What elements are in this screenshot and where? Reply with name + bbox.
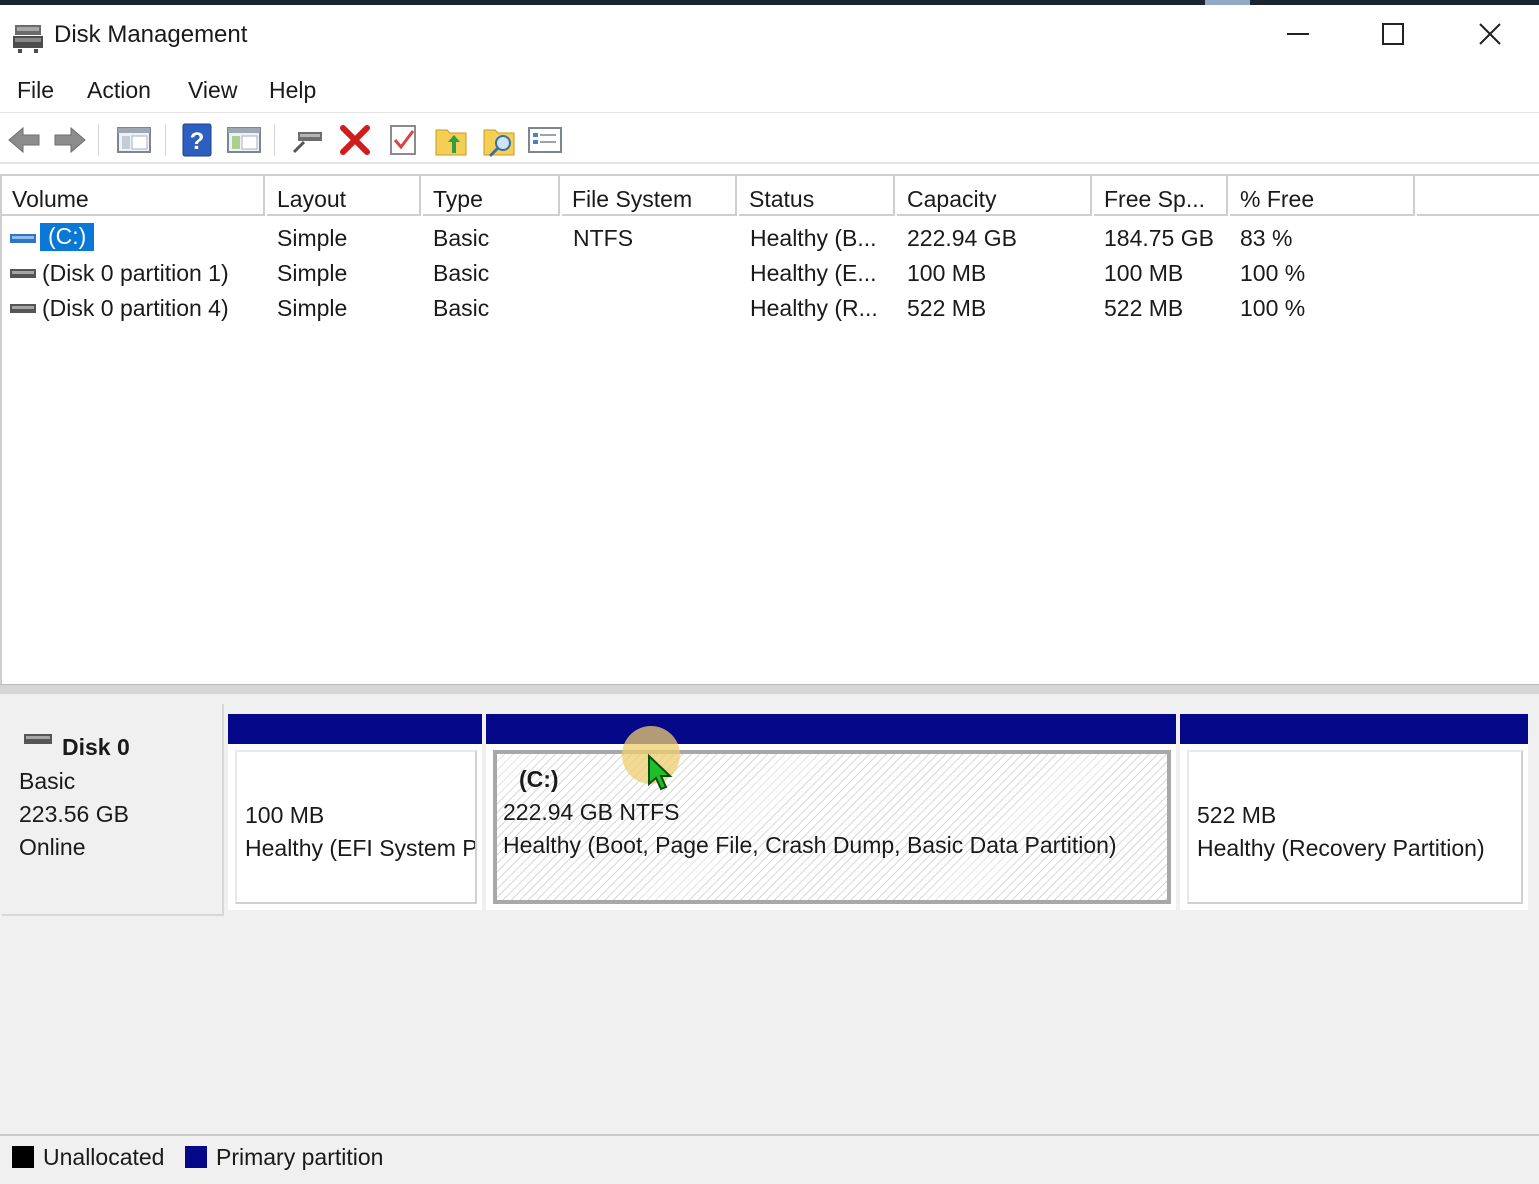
free-space-cell: 100 MB: [1104, 260, 1184, 286]
legend-bar: Unallocated Primary partition: [0, 1134, 1539, 1184]
percent-free-cell: 100 %: [1240, 260, 1306, 286]
partition-size: 522 MB: [1197, 802, 1277, 828]
svg-text:?: ?: [190, 128, 205, 155]
partition-type-bar: [228, 714, 482, 744]
partition-c[interactable]: (C:) 222.94 GB NTFS Healthy (Boot, Page …: [486, 714, 1176, 910]
maximize-button[interactable]: [1345, 5, 1441, 63]
disk-management-icon: [13, 25, 43, 53]
connect-drive-icon[interactable]: [290, 122, 326, 158]
close-button[interactable]: [1442, 5, 1538, 63]
partition-label: (C:): [519, 766, 559, 792]
capacity-cell: 100 MB: [907, 260, 987, 286]
free-space-cell: 522 MB: [1104, 295, 1184, 321]
volume-name: (Disk 0 partition 1): [42, 260, 229, 286]
menu-file[interactable]: File: [17, 77, 54, 104]
type-cell: Basic: [433, 225, 490, 251]
disk-type: Basic: [19, 768, 76, 794]
partition-status: Healthy (Boot, Page File, Crash Dump, Ba…: [503, 832, 1117, 858]
volume-icon: [10, 304, 36, 313]
minimize-button[interactable]: [1250, 5, 1346, 63]
help-icon[interactable]: ?: [179, 122, 215, 158]
window-title: Disk Management: [54, 21, 248, 48]
pane-splitter[interactable]: [0, 684, 1539, 694]
show-pane-icon[interactable]: [226, 122, 262, 158]
disk-size: 223.56 GB: [19, 801, 129, 827]
type-cell: Basic: [433, 295, 490, 321]
toolbar-separator: [98, 124, 99, 156]
capacity-cell: 222.94 GB: [907, 225, 1017, 251]
capacity-cell: 522 MB: [907, 295, 987, 321]
partition-efi[interactable]: 100 MB Healthy (EFI System Partition): [228, 714, 482, 910]
free-space-cell: 184.75 GB: [1104, 225, 1214, 251]
column-header-volume[interactable]: Volume: [2, 176, 265, 216]
properties-check-icon[interactable]: [385, 122, 421, 158]
volume-icon: [10, 269, 36, 278]
table-row[interactable]: (C:) Simple Basic NTFS Healthy (B... 222…: [2, 220, 1539, 255]
partition-status: Healthy (EFI System Partition): [245, 835, 477, 861]
layout-cell: Simple: [277, 225, 348, 251]
volume-icon: [10, 234, 36, 243]
volume-name: (C:): [40, 223, 95, 251]
status-cell: Healthy (B...: [750, 225, 877, 251]
open-folder-icon[interactable]: [433, 122, 469, 158]
column-header-layout[interactable]: Layout: [267, 176, 421, 216]
partition-type-bar: [486, 714, 1176, 744]
column-header-type[interactable]: Type: [423, 176, 560, 216]
volume-list: Volume Layout Type File System Status Ca…: [0, 174, 1539, 684]
column-header-file-system[interactable]: File System: [562, 176, 737, 216]
disk-graphical-view: Disk 0 Basic 223.56 GB Online 100 MB Hea…: [0, 694, 1539, 1134]
explore-icon[interactable]: [481, 122, 517, 158]
close-icon: [1479, 23, 1501, 45]
column-header-percent-free[interactable]: % Free: [1230, 176, 1415, 216]
menu-help[interactable]: Help: [269, 77, 316, 104]
type-cell: Basic: [433, 260, 490, 286]
back-arrow-icon[interactable]: [6, 122, 42, 158]
layout-cell: Simple: [277, 260, 348, 286]
mouse-pointer-icon: [648, 754, 673, 791]
menu-action[interactable]: Action: [87, 77, 151, 104]
status-cell: Healthy (R...: [750, 295, 878, 321]
percent-free-cell: 83 %: [1240, 225, 1293, 251]
toolbar: ?: [0, 114, 1539, 164]
minimize-icon: [1287, 33, 1309, 35]
disk-info-panel[interactable]: Disk 0 Basic 223.56 GB Online: [2, 704, 224, 916]
menu-view[interactable]: View: [188, 77, 237, 104]
disk-state: Online: [19, 834, 86, 860]
details-list-icon[interactable]: [527, 122, 563, 158]
disk-icon: [24, 734, 52, 744]
console-tree-icon[interactable]: [116, 122, 152, 158]
legend-label-primary: Primary partition: [216, 1144, 384, 1170]
column-header-free-space[interactable]: Free Sp...: [1094, 176, 1228, 216]
partition-recovery[interactable]: 522 MB Healthy (Recovery Partition): [1180, 714, 1528, 910]
column-header-empty: [1417, 176, 1539, 216]
table-row[interactable]: (Disk 0 partition 4) Simple Basic Health…: [2, 290, 1539, 325]
legend-swatch-primary: [185, 1146, 207, 1168]
partition-status: Healthy (Recovery Partition): [1197, 835, 1485, 861]
table-row[interactable]: (Disk 0 partition 1) Simple Basic Health…: [2, 255, 1539, 290]
status-cell: Healthy (E...: [750, 260, 877, 286]
delete-icon[interactable]: [337, 122, 373, 158]
volume-name: (Disk 0 partition 4): [42, 295, 229, 321]
menu-bar: File Action View Help: [0, 63, 1539, 113]
column-header-status[interactable]: Status: [739, 176, 895, 216]
maximize-icon: [1382, 23, 1404, 45]
toolbar-separator: [274, 124, 275, 156]
legend-label-unallocated: Unallocated: [43, 1144, 165, 1170]
percent-free-cell: 100 %: [1240, 295, 1306, 321]
legend-swatch-unallocated: [12, 1146, 34, 1168]
disk-name: Disk 0: [62, 734, 130, 760]
file-system-cell: NTFS: [573, 225, 634, 251]
column-header-capacity[interactable]: Capacity: [897, 176, 1092, 216]
forward-arrow-icon[interactable]: [52, 122, 88, 158]
toolbar-separator: [165, 124, 166, 156]
partition-size: 222.94 GB NTFS: [503, 799, 680, 825]
partition-size: 100 MB: [245, 802, 325, 828]
layout-cell: Simple: [277, 295, 348, 321]
partition-type-bar: [1180, 714, 1528, 744]
